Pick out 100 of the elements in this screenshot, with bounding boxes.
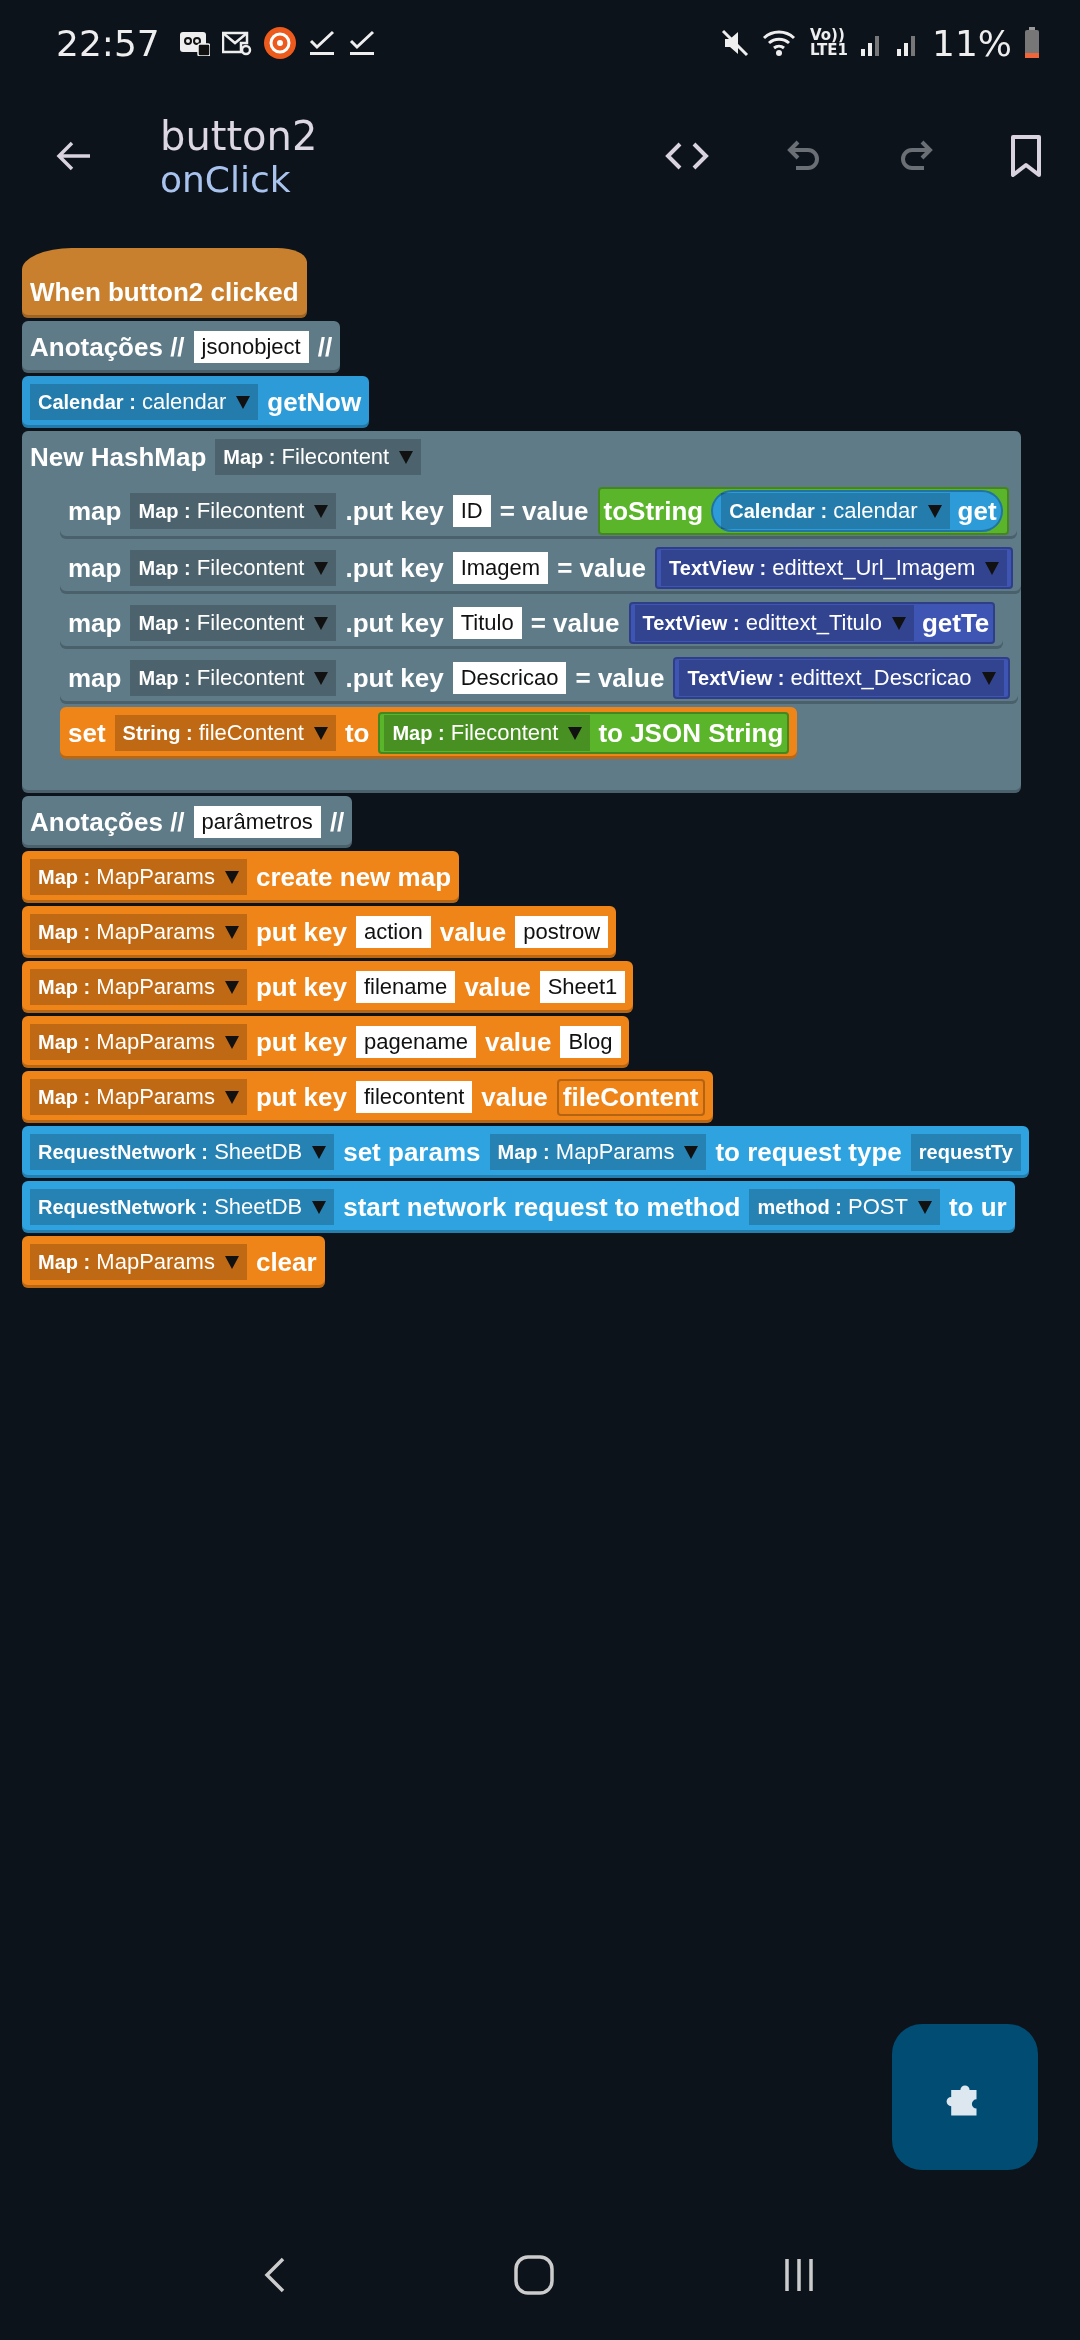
text-field[interactable]: Titulo — [452, 607, 522, 639]
variable-dropdown[interactable]: Calendar : calendar — [721, 493, 950, 529]
text-field[interactable]: pagename — [355, 1026, 476, 1058]
battery-icon — [1024, 27, 1040, 59]
code-block[interactable]: set String : fileContent to Map : Filecontent to JSON String — [60, 707, 798, 759]
text-field[interactable]: Descricao — [452, 662, 567, 694]
block-label: Anotações // — [30, 331, 185, 363]
text-field[interactable]: postrow — [515, 916, 609, 948]
text-field[interactable]: Blog — [560, 1026, 621, 1058]
code-block[interactable]: Map : MapParams put key filecontent value fileContent — [22, 1071, 713, 1123]
block-label: New HashMap — [30, 441, 207, 473]
block-label: = value — [557, 552, 647, 584]
block-label: start network request to method — [343, 1191, 741, 1223]
caret-icon — [236, 395, 251, 409]
reporter-block[interactable]: toString Calendar : calendar get — [597, 487, 1009, 535]
block-label: Anotações // — [30, 806, 185, 838]
variable-dropdown[interactable]: Map : Filecontent — [130, 493, 337, 529]
puzzle-piece-button[interactable] — [892, 2024, 1038, 2170]
variable-dropdown[interactable]: Map : MapParams — [30, 1024, 247, 1060]
variable-dropdown[interactable]: Map : Filecontent — [215, 439, 422, 475]
caret-icon — [313, 726, 328, 740]
variable-dropdown[interactable]: Map : Filecontent — [384, 715, 591, 751]
variable-dropdown[interactable]: String : fileContent — [114, 715, 336, 751]
recorder-icon — [263, 27, 296, 59]
code-block[interactable] — [22, 431, 1022, 793]
block-label: value — [439, 916, 507, 948]
code-block[interactable]: Map : MapParams put key filename value Sheet1 — [22, 961, 634, 1013]
variable-dropdown[interactable]: Map : Filecontent — [130, 660, 337, 696]
block-label: put key — [255, 971, 347, 1003]
block-label: value — [484, 1026, 552, 1058]
variable-dropdown[interactable]: method : POST — [749, 1189, 940, 1225]
block-label: map — [68, 552, 122, 584]
block-label: to request type — [715, 1136, 902, 1168]
caret-icon — [224, 980, 239, 994]
block-label: put key — [255, 1081, 347, 1113]
variable-dropdown[interactable]: TextView : edittext_Url_Imagem — [661, 550, 1008, 586]
reporter-block[interactable]: TextView : edittext_Titulo getTe — [628, 602, 996, 644]
type-selector[interactable]: requestTy — [910, 1133, 1021, 1171]
screen-title: button2 — [160, 112, 318, 159]
text-field[interactable]: Imagem — [452, 552, 549, 584]
variable-dropdown[interactable]: TextView : edittext_Descricao — [679, 660, 1004, 696]
block-label: set — [68, 717, 106, 749]
variable-dropdown[interactable]: RequestNetwork : SheetDB — [30, 1134, 335, 1170]
reporter-block[interactable]: TextView : edittext_Url_Imagem — [655, 547, 1014, 589]
code-block[interactable]: RequestNetwork : SheetDB set params Map : MapParams to request type requestTy — [22, 1126, 1029, 1178]
text-field[interactable]: Sheet1 — [539, 971, 626, 1003]
code-block[interactable]: RequestNetwork : SheetDB start network request to method method : POST to ur — [22, 1181, 1015, 1233]
variable-dropdown[interactable]: Map : MapParams — [30, 859, 247, 895]
variable-dropdown[interactable]: Map : MapParams — [30, 1079, 247, 1115]
block-label: create new map — [255, 861, 452, 893]
code-block[interactable]: Anotações // jsonobject // — [22, 321, 341, 373]
check-icon — [347, 29, 376, 57]
variable-dropdown[interactable]: Map : MapParams — [30, 914, 247, 950]
variable-dropdown[interactable]: Map : MapParams — [30, 1244, 247, 1280]
block-label: .put key — [345, 495, 444, 527]
code-block[interactable]: Calendar : calendar getNow — [22, 376, 370, 428]
variable-dropdown[interactable]: Map : Filecontent — [130, 605, 337, 641]
variable-dropdown[interactable]: Map : MapParams — [489, 1134, 707, 1170]
block-label: fileContent — [562, 1081, 699, 1113]
reporter-block[interactable]: Map : Filecontent to JSON String — [378, 712, 790, 754]
block-label: getNow — [267, 386, 362, 418]
mute-icon — [720, 28, 750, 58]
volte-label: Vo)) — [810, 28, 845, 43]
battery-percent: 11% — [932, 22, 1012, 64]
code-block[interactable]: Anotações // parâmetros // — [22, 796, 353, 848]
caret-icon — [568, 726, 583, 740]
text-field[interactable]: filecontent — [355, 1081, 473, 1113]
variable-dropdown[interactable]: Map : MapParams — [30, 969, 247, 1005]
variable-dropdown[interactable]: TextView : edittext_Titulo — [634, 605, 914, 641]
mail-settings-icon — [221, 30, 252, 56]
reporter-block[interactable]: TextView : edittext_Descricao — [673, 657, 1010, 699]
block-label: value — [464, 971, 531, 1003]
text-field[interactable]: jsonobject — [193, 331, 309, 363]
block-label: .put key — [345, 607, 444, 639]
text-field[interactable]: filename — [355, 971, 456, 1003]
caret-icon — [224, 1090, 239, 1104]
variable-dropdown[interactable]: RequestNetwork : SheetDB — [30, 1189, 335, 1225]
code-block[interactable]: Map : MapParams clear — [22, 1236, 325, 1288]
code-block[interactable]: Map : MapParams put key pagename value Blog — [22, 1016, 629, 1068]
caret-icon — [314, 561, 329, 575]
block-label: // — [329, 806, 345, 838]
block-label: = value — [530, 607, 620, 639]
block-label: toString — [603, 495, 704, 527]
status-time: 22:57 — [56, 22, 160, 64]
caret-icon — [312, 1200, 327, 1214]
text-field[interactable]: action — [355, 916, 431, 948]
voicemail-icon — [179, 30, 210, 56]
text-field[interactable]: ID — [452, 495, 491, 527]
block-label: map — [68, 662, 122, 694]
text-field[interactable]: parâmetros — [193, 806, 321, 838]
block-label: clear — [255, 1246, 317, 1278]
caret-icon — [224, 870, 239, 884]
variable-dropdown[interactable]: Map : Filecontent — [130, 550, 337, 586]
caret-icon — [224, 1035, 239, 1049]
variable-dropdown[interactable]: Calendar : calendar — [30, 384, 259, 420]
code-block[interactable]: Map : MapParams create new map — [22, 851, 460, 903]
code-block[interactable]: Map : MapParams put key action value postrow — [22, 906, 617, 958]
block-label: get — [957, 495, 997, 527]
reporter-block[interactable]: Calendar : calendar get — [711, 490, 1003, 532]
block-label: getTe — [921, 607, 990, 639]
